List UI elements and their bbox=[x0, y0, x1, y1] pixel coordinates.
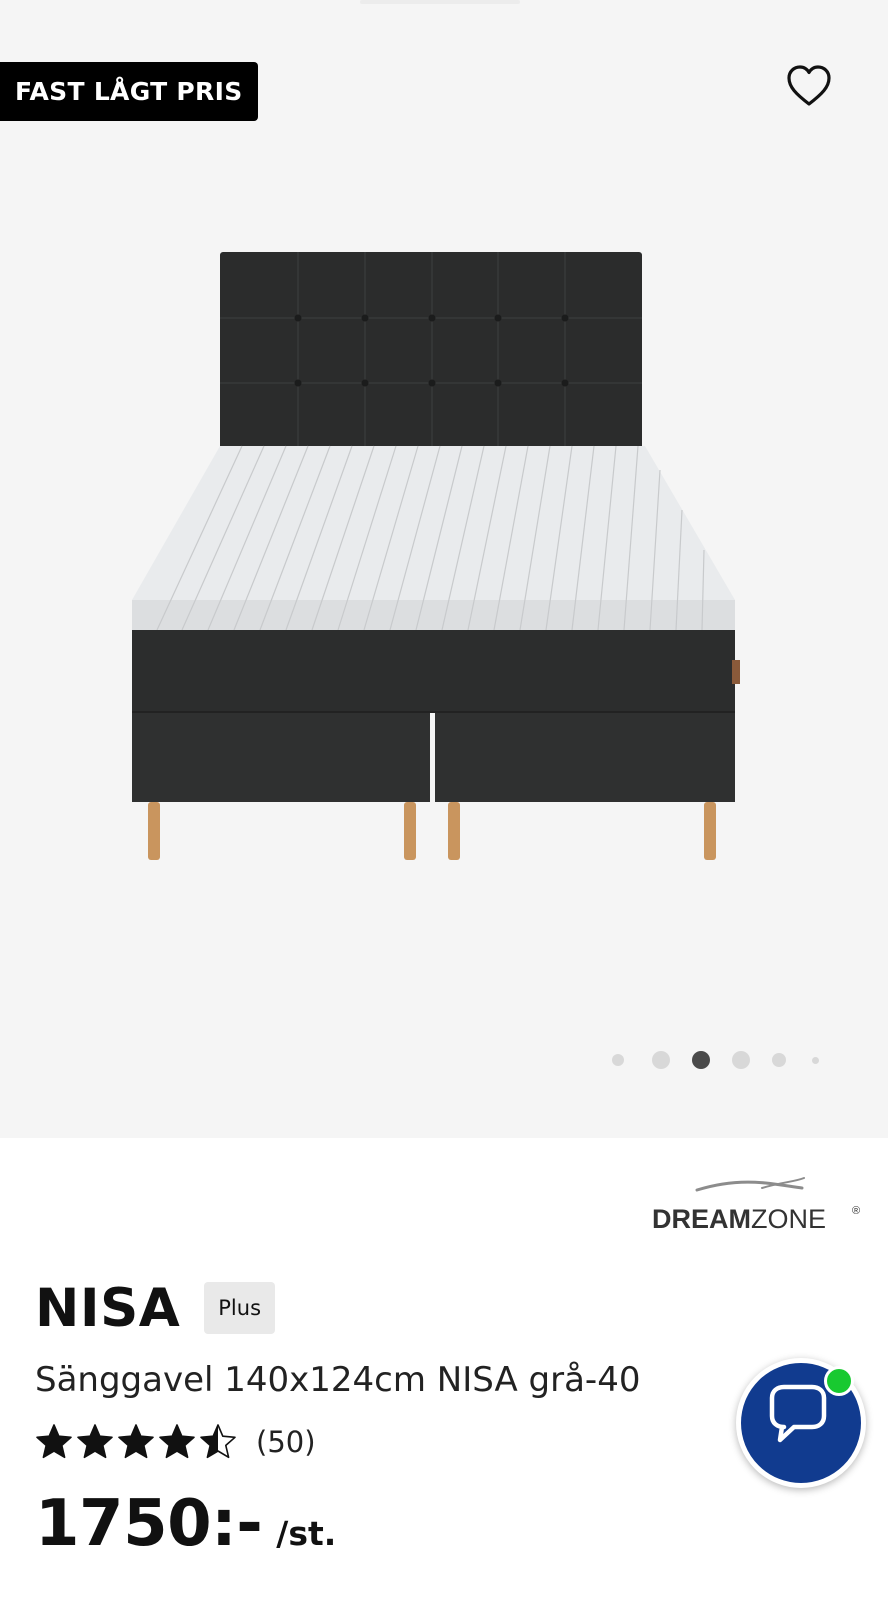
online-status-dot bbox=[824, 1366, 854, 1396]
bed-product-image bbox=[132, 252, 740, 860]
product-title-row: NISA Plus bbox=[35, 1277, 276, 1339]
pagination-dot[interactable] bbox=[692, 1051, 710, 1069]
top-edge-hint bbox=[360, 0, 520, 4]
pagination-dot[interactable] bbox=[612, 1054, 624, 1066]
svg-text:DREAMZONE: DREAMZONE bbox=[652, 1204, 826, 1234]
pagination-dot[interactable] bbox=[732, 1051, 750, 1069]
star-icon bbox=[159, 1424, 195, 1459]
dreamzone-logo[interactable]: DREAMZONE ® bbox=[652, 1176, 862, 1234]
star-icon bbox=[77, 1424, 113, 1459]
star-icon bbox=[118, 1424, 154, 1459]
plus-tag: Plus bbox=[204, 1282, 276, 1334]
registered-mark: ® bbox=[852, 1205, 860, 1217]
product-subtitle: Sänggavel 140x124cm NISA grå-40 bbox=[35, 1360, 641, 1400]
brand-name-light: ZONE bbox=[751, 1204, 826, 1234]
price-row: 1750:- /st. bbox=[35, 1487, 336, 1567]
price-badge: FAST LÅGT PRIS bbox=[0, 62, 258, 121]
star-icon bbox=[36, 1424, 72, 1459]
price: 1750:- bbox=[35, 1487, 263, 1561]
image-pagination bbox=[612, 1048, 819, 1072]
star-icon bbox=[200, 1424, 236, 1459]
price-unit: /st. bbox=[276, 1514, 337, 1553]
product-name: NISA bbox=[35, 1277, 181, 1339]
star-rating bbox=[35, 1423, 240, 1461]
brand-name-bold: DREAM bbox=[652, 1204, 751, 1234]
heart-icon[interactable] bbox=[786, 64, 832, 108]
pagination-dot[interactable] bbox=[652, 1051, 670, 1069]
pagination-dot[interactable] bbox=[772, 1053, 786, 1067]
rating-row[interactable]: (50) bbox=[35, 1418, 316, 1466]
pagination-dot[interactable] bbox=[812, 1056, 819, 1064]
product-image-gallery[interactable]: FAST LÅGT PRIS bbox=[0, 0, 888, 1138]
review-count: (50) bbox=[256, 1425, 316, 1459]
